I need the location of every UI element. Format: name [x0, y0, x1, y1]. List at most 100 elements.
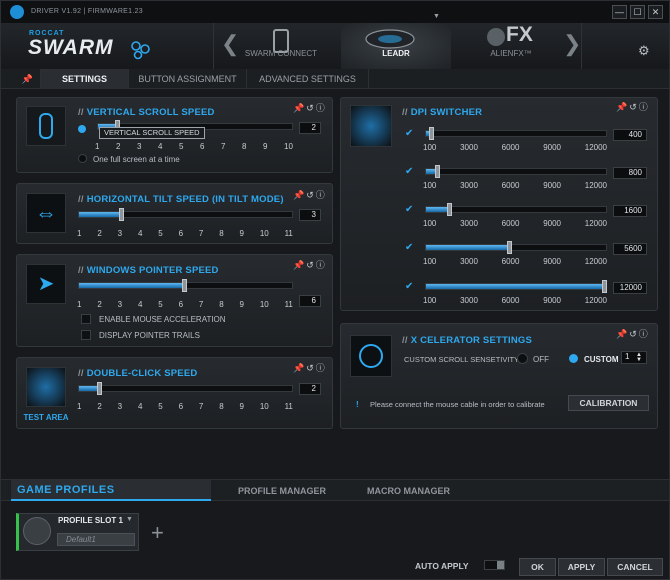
- tab-game-profiles[interactable]: GAME PROFILES: [17, 484, 115, 496]
- fx-logo: FX: [506, 23, 533, 46]
- dpi-slider[interactable]: [425, 130, 607, 137]
- auto-apply-toggle[interactable]: [484, 560, 505, 570]
- custom-radio[interactable]: [569, 354, 578, 363]
- mouse-icon: [365, 29, 415, 49]
- double-click-value[interactable]: 2: [299, 383, 321, 395]
- tick-label: 7: [221, 142, 226, 151]
- tick-label: 6000: [501, 257, 520, 266]
- pointer-speed-title-text: WINDOWS POINTER SPEED: [86, 265, 219, 276]
- test-area-icon[interactable]: [26, 367, 66, 407]
- gear-icon[interactable]: ⚙: [638, 43, 650, 59]
- tick-label: 6000: [501, 219, 520, 228]
- pointer-speed-value[interactable]: 6: [299, 295, 321, 307]
- header-divider-right: [581, 23, 582, 69]
- profile-dropdown-icon[interactable]: ▼: [126, 516, 133, 523]
- version-text: DRIVER V1.92 | FIRMWARE1.23: [31, 8, 143, 15]
- double-click-title-text: DOUBLE-CLICK SPEED: [86, 368, 198, 379]
- double-click-slider[interactable]: [78, 385, 293, 392]
- dpi-ticks: 100 3000 6000 9000 12000: [423, 257, 607, 266]
- dpi-checkbox[interactable]: ✔: [405, 129, 415, 139]
- tab-settings[interactable]: SETTINGS: [41, 69, 129, 89]
- alien-icon[interactable]: [487, 28, 505, 46]
- tick-label: 10: [259, 300, 269, 309]
- panel-controls[interactable]: 📌↺ⓘ: [293, 258, 327, 271]
- warning-icon: !: [356, 400, 359, 409]
- test-area-label[interactable]: TEST AREA: [21, 413, 71, 422]
- dpi-thumb[interactable]: [435, 165, 440, 178]
- dpi-thumb[interactable]: [447, 203, 452, 216]
- dpi-value[interactable]: 800: [613, 167, 647, 179]
- off-radio[interactable]: [517, 353, 528, 364]
- panel-controls[interactable]: 📌↺ⓘ: [616, 100, 650, 113]
- apply-button[interactable]: APPLY: [558, 558, 605, 576]
- tick-label: 1: [77, 402, 82, 411]
- add-profile-button[interactable]: +: [151, 520, 164, 546]
- dpi-value[interactable]: 400: [613, 129, 647, 141]
- dpi-value[interactable]: 1600: [613, 205, 647, 217]
- tab-button-assignment[interactable]: BUTTON ASSIGNMENT: [129, 69, 247, 89]
- device-dropdown-icon[interactable]: ▼: [433, 13, 440, 20]
- dpi-checkbox[interactable]: ✔: [405, 167, 415, 177]
- dpi-slider[interactable]: [425, 283, 607, 290]
- tick-label: 8: [219, 300, 224, 309]
- dpi-thumb[interactable]: [507, 241, 512, 254]
- tab-advanced-settings[interactable]: ADVANCED SETTINGS: [247, 69, 369, 89]
- horizontal-tilt-slider[interactable]: [78, 211, 293, 218]
- calibration-button[interactable]: CALIBRATION: [568, 395, 649, 411]
- minimize-button[interactable]: —: [612, 5, 627, 19]
- tick-label: 3000: [460, 181, 478, 190]
- tick-label: 8: [219, 229, 224, 238]
- dpi-icon: [350, 105, 392, 147]
- dpi-value[interactable]: 5600: [613, 243, 647, 255]
- dpi-checkbox[interactable]: ✔: [405, 243, 415, 253]
- tick-label: 9: [239, 229, 244, 238]
- full-screen-radio[interactable]: [78, 154, 87, 163]
- dpi-slider[interactable]: [425, 206, 607, 213]
- horizontal-tilt-title-text: HORIZONTAL TILT SPEED (IN TILT MODE): [86, 194, 284, 205]
- dpi-checkbox[interactable]: ✔: [405, 205, 415, 215]
- tab-profile-manager[interactable]: PROFILE MANAGER: [238, 486, 326, 496]
- mouse-acceleration-checkbox[interactable]: [81, 314, 91, 324]
- tab-macro-manager[interactable]: MACRO MANAGER: [367, 486, 450, 496]
- dpi-thumb[interactable]: [429, 127, 434, 140]
- vertical-scroll-value[interactable]: 2: [299, 122, 321, 134]
- device-swarm-connect[interactable]: SWARM CONNECT: [226, 49, 336, 58]
- tick-label: 5: [158, 402, 163, 411]
- tick-label: 6: [178, 300, 184, 309]
- dpi-slider[interactable]: [425, 168, 607, 175]
- device-leadr[interactable]: LEADR: [341, 49, 451, 58]
- chevron-right-icon[interactable]: ❯: [563, 31, 581, 57]
- tick-label: 100: [423, 181, 437, 190]
- tick-label: 7: [198, 300, 204, 309]
- app-icon: [10, 5, 24, 19]
- maximize-button[interactable]: ☐: [630, 5, 645, 19]
- panel-controls[interactable]: 📌↺ⓘ: [616, 327, 650, 340]
- panel-controls[interactable]: 📌↺ⓘ: [293, 101, 327, 114]
- pointer-speed-thumb[interactable]: [182, 279, 187, 292]
- horizontal-tilt-value[interactable]: 3: [299, 209, 321, 221]
- panel-controls[interactable]: 📌↺ⓘ: [293, 361, 327, 374]
- cancel-button[interactable]: CANCEL: [607, 558, 663, 576]
- dpi-checkbox[interactable]: ✔: [405, 282, 415, 292]
- panel-controls[interactable]: 📌↺ⓘ: [293, 188, 327, 201]
- tick-label: 2: [97, 402, 102, 411]
- ok-button[interactable]: OK: [519, 558, 556, 576]
- custom-value-spinner[interactable]: 1 ▲ ▼: [621, 351, 647, 364]
- scroll-wheel-icon: [26, 106, 66, 146]
- tick-label: 9: [263, 142, 268, 151]
- tooltip: VERTICAL SCROLL SPEED: [99, 127, 205, 139]
- scroll-speed-radio[interactable]: [78, 125, 86, 133]
- swarm-logo-icon: [131, 41, 150, 60]
- device-alienfx[interactable]: ALIENFX™: [456, 49, 566, 58]
- xcelerator-title-text: X CELERATOR SETTINGS: [410, 335, 533, 346]
- dpi-value[interactable]: 12000: [613, 282, 647, 294]
- pin-icon[interactable]: 📌: [15, 69, 41, 89]
- profile-name-field[interactable]: Default1: [57, 533, 135, 546]
- horizontal-tilt-thumb[interactable]: [119, 208, 124, 221]
- double-click-thumb[interactable]: [97, 382, 102, 395]
- dpi-slider[interactable]: [425, 244, 607, 251]
- dpi-thumb[interactable]: [602, 280, 607, 293]
- tick-label: 6000: [501, 296, 520, 305]
- close-button[interactable]: ✕: [648, 5, 663, 19]
- pointer-trails-checkbox[interactable]: [81, 330, 91, 340]
